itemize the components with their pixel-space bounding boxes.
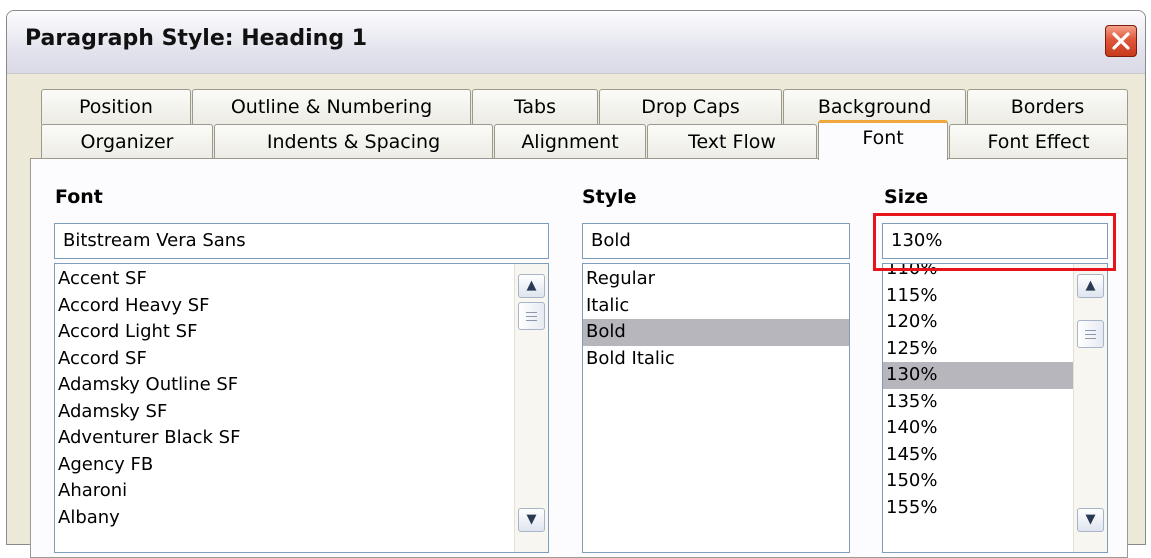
font-list-item[interactable]: Accord SF	[55, 346, 514, 373]
scroll-thumb[interactable]	[518, 302, 545, 330]
size-list-item[interactable]: 115%	[883, 283, 1073, 310]
style-list[interactable]: Regular Italic Bold Bold Italic	[582, 263, 850, 553]
font-list-item[interactable]: Adamsky SF	[55, 399, 514, 426]
scroll-up-icon: ▲	[1085, 278, 1096, 293]
tab-outline-numbering[interactable]: Outline & Numbering	[192, 89, 471, 125]
style-list-item[interactable]: Italic	[583, 293, 849, 320]
font-list-item[interactable]: Agency FB	[55, 452, 514, 479]
font-list-item[interactable]: Accord Heavy SF	[55, 293, 514, 320]
font-label: Font	[55, 186, 103, 208]
tab-font-effect[interactable]: Font Effect	[949, 124, 1128, 160]
size-list[interactable]: 110% 115% 120% 125% 130% 135% 140% 145% …	[882, 263, 1108, 553]
size-list-item-selected[interactable]: 130%	[883, 362, 1073, 389]
font-list-scrollbar[interactable]: ▲ ▼	[514, 264, 548, 552]
close-icon	[1112, 32, 1130, 50]
font-list-item[interactable]: Adamsky Outline SF	[55, 372, 514, 399]
style-list-item-selected[interactable]: Bold	[583, 319, 849, 346]
size-list-item[interactable]: 150%	[883, 468, 1073, 495]
scroll-up-icon: ▲	[526, 278, 537, 293]
tab-drop-caps[interactable]: Drop Caps	[599, 89, 782, 125]
scroll-down-button[interactable]: ▼	[1077, 508, 1104, 532]
scroll-up-button[interactable]: ▲	[518, 274, 545, 298]
scroll-up-button[interactable]: ▲	[1077, 274, 1104, 298]
size-label: Size	[884, 186, 929, 208]
scroll-thumb[interactable]	[1077, 320, 1104, 348]
size-list-scrollbar[interactable]: ▲ ▼	[1073, 264, 1107, 552]
style-list-item[interactable]: Regular	[583, 266, 849, 293]
size-field-highlight	[873, 213, 1116, 271]
tab-position[interactable]: Position	[41, 89, 191, 125]
size-list-item[interactable]: 155%	[883, 495, 1073, 522]
font-list-item[interactable]: Adventurer Black SF	[55, 425, 514, 452]
style-input[interactable]: Bold	[582, 223, 850, 259]
font-list-item[interactable]: Aharoni	[55, 478, 514, 505]
tab-text-flow[interactable]: Text Flow	[647, 124, 817, 160]
tab-indents-spacing[interactable]: Indents & Spacing	[214, 124, 493, 160]
style-list-item[interactable]: Bold Italic	[583, 346, 849, 373]
font-list[interactable]: Accent SF Accord Heavy SF Accord Light S…	[54, 263, 549, 553]
size-list-item[interactable]: 135%	[883, 389, 1073, 416]
scroll-down-icon: ▼	[526, 512, 537, 527]
close-button[interactable]	[1105, 25, 1137, 57]
font-name-input[interactable]: Bitstream Vera Sans	[54, 223, 549, 259]
tab-borders[interactable]: Borders	[967, 89, 1128, 125]
scroll-down-button[interactable]: ▼	[518, 508, 545, 532]
tab-tabs[interactable]: Tabs	[472, 89, 598, 125]
size-list-item[interactable]: 125%	[883, 336, 1073, 363]
font-list-item[interactable]: Accord Light SF	[55, 319, 514, 346]
scroll-down-icon: ▼	[1085, 512, 1096, 527]
font-list-item[interactable]: Albany	[55, 505, 514, 532]
tab-font[interactable]: Font	[818, 120, 948, 160]
size-list-item[interactable]: 120%	[883, 309, 1073, 336]
tab-organizer[interactable]: Organizer	[41, 124, 213, 160]
size-list-item[interactable]: 145%	[883, 442, 1073, 469]
tab-alignment[interactable]: Alignment	[494, 124, 646, 160]
size-list-item[interactable]: 140%	[883, 415, 1073, 442]
dialog-title: Paragraph Style: Heading 1	[25, 26, 368, 51]
title-bar[interactable]: Paragraph Style: Heading 1	[7, 11, 1145, 74]
style-label: Style	[582, 186, 637, 208]
font-list-item[interactable]: Accent SF	[55, 266, 514, 293]
